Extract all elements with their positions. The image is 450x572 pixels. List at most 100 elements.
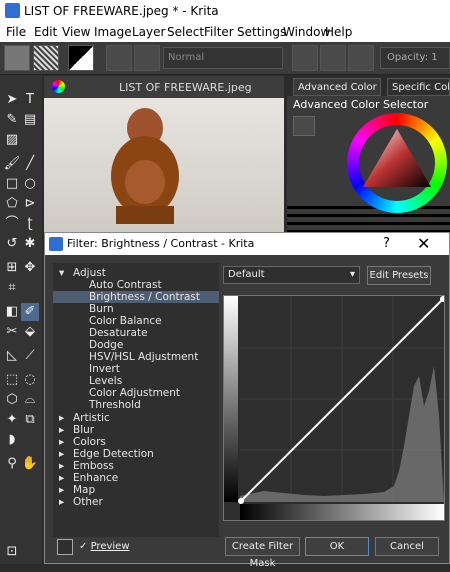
expand-colors-icon[interactable]: ▸ — [59, 436, 64, 448]
tab-specific-color[interactable]: Specific Color — [387, 78, 450, 96]
expand-enhance-icon[interactable]: ▸ — [59, 472, 64, 484]
color-history-strip[interactable] — [287, 206, 450, 232]
cancel-button[interactable]: Cancel — [375, 537, 439, 556]
expand-emboss-icon[interactable]: ▸ — [59, 460, 64, 472]
tree-item-levels[interactable]: Levels — [89, 375, 122, 387]
tree-item-map[interactable]: Map — [73, 484, 95, 496]
polygon-tool-icon[interactable]: ⬠ — [3, 195, 21, 213]
pan-tool-icon[interactable]: ✋ — [21, 455, 39, 473]
tree-item-edge-detection[interactable]: Edge Detection — [73, 448, 154, 460]
curve-histogram-area[interactable] — [223, 295, 446, 521]
canvas-only-icon[interactable]: ⊡ — [3, 543, 21, 561]
brush-settings-icon[interactable] — [106, 45, 132, 71]
menu-image[interactable]: Image — [94, 25, 132, 39]
tab-advanced-color-selector[interactable]: Advanced Color S... — [293, 78, 381, 96]
canvas-tab[interactable]: LIST OF FREEWARE.jpeg — [44, 76, 284, 98]
color-swatch-button[interactable] — [68, 45, 94, 71]
hue-wheel[interactable] — [347, 113, 447, 213]
fill-tool-icon[interactable]: ⬙ — [21, 323, 39, 341]
gradient-tool-icon[interactable]: ◧ — [3, 303, 21, 321]
text-tool-icon[interactable]: T — [21, 91, 39, 109]
select-shapes-icon[interactable]: ➤ — [3, 91, 21, 109]
color-picker-icon[interactable]: ✐ — [21, 303, 39, 321]
menu-help[interactable]: Help — [325, 25, 352, 39]
tree-item-burn[interactable]: Burn — [89, 303, 114, 315]
menu-layer[interactable]: Layer — [132, 25, 165, 39]
eraser-icon[interactable] — [292, 45, 318, 71]
freehand-path-icon[interactable]: ʈ — [21, 215, 39, 233]
tree-item-color-balance[interactable]: Color Balance — [89, 315, 162, 327]
gradient-edit-icon[interactable]: ▨ — [3, 131, 21, 149]
bezier-select-icon[interactable]: ◗ — [3, 431, 21, 449]
menu-select[interactable]: Select — [167, 25, 204, 39]
ellipse-tool-icon[interactable]: ○ — [21, 175, 39, 193]
preview-checkbox[interactable]: ✓ Preview — [79, 541, 130, 552]
tree-item-blur[interactable]: Blur — [73, 424, 94, 436]
tree-item-artistic[interactable]: Artistic — [73, 412, 110, 424]
tree-item-other[interactable]: Other — [73, 496, 103, 508]
menu-window[interactable]: Window — [283, 25, 330, 39]
magic-wand-icon[interactable]: ✦ — [3, 411, 21, 429]
assistant-tool-icon[interactable]: ◺ — [3, 347, 21, 365]
grid-icon[interactable] — [134, 45, 160, 71]
smart-patch-icon[interactable]: ✂ — [3, 323, 21, 341]
brush-preset-button[interactable] — [4, 45, 30, 71]
tree-item-enhance[interactable]: Enhance — [73, 472, 118, 484]
reload-icon[interactable] — [348, 45, 374, 71]
alpha-lock-icon[interactable] — [320, 45, 346, 71]
similar-select-icon[interactable]: ⧉ — [21, 411, 39, 429]
rectangle-tool-icon[interactable]: □ — [3, 175, 21, 193]
menu-settings[interactable]: Settings — [237, 25, 286, 39]
freehand-select-icon[interactable]: ⌓ — [21, 391, 39, 409]
bezier-tool-icon[interactable]: ⌒ — [3, 215, 21, 233]
expand-artistic-icon[interactable]: ▸ — [59, 412, 64, 424]
tree-item-auto-contrast[interactable]: Auto Contrast — [89, 279, 162, 291]
preview-toggle-icon[interactable] — [57, 539, 73, 555]
color-triangle[interactable] — [359, 125, 435, 201]
opacity-slider[interactable]: Opacity: 1 — [380, 47, 450, 69]
expand-adjust-icon[interactable]: ▾ — [59, 267, 64, 279]
menu-view[interactable]: View — [62, 25, 90, 39]
tree-item-threshold[interactable]: Threshold — [89, 399, 141, 411]
tree-item-colors[interactable]: Colors — [73, 436, 106, 448]
multibrush-icon[interactable]: ✱ — [21, 235, 39, 253]
docker-settings-icon[interactable] — [293, 116, 315, 136]
tree-item-invert[interactable]: Invert — [89, 363, 120, 375]
polygon-select-icon[interactable]: ⬡ — [3, 391, 21, 409]
close-button[interactable]: ✕ — [417, 234, 430, 253]
dynamic-brush-icon[interactable]: ↺ — [3, 235, 21, 253]
tree-item-dodge[interactable]: Dodge — [89, 339, 123, 351]
move-tool-icon[interactable]: ✥ — [21, 259, 39, 277]
edit-shapes-icon[interactable]: ✎ — [3, 111, 21, 129]
tree-item-emboss[interactable]: Emboss — [73, 460, 114, 472]
create-filter-mask-button[interactable]: Create Filter Mask — [225, 537, 300, 569]
brush-tool-icon[interactable]: 🖌 — [3, 155, 21, 173]
line-tool-icon[interactable]: ╱ — [21, 155, 39, 173]
ellipse-select-icon[interactable]: ◌ — [21, 371, 39, 389]
tree-item-hsv-hsl[interactable]: HSV/HSL Adjustment — [89, 351, 198, 363]
tree-item-adjust[interactable]: Adjust — [73, 267, 106, 279]
tree-item-brightness-contrast[interactable]: Brightness / Contrast — [53, 291, 219, 303]
measure-tool-icon[interactable]: ⟋ — [21, 347, 39, 365]
calligraphy-icon[interactable]: ▤ — [21, 111, 39, 129]
expand-blur-icon[interactable]: ▸ — [59, 424, 64, 436]
menu-edit[interactable]: Edit — [34, 25, 57, 39]
image-canvas[interactable] — [44, 98, 284, 232]
preset-select[interactable]: Default ▾ — [223, 266, 360, 284]
polyline-tool-icon[interactable]: ⊳ — [21, 195, 39, 213]
tree-item-desaturate[interactable]: Desaturate — [89, 327, 148, 339]
curve-graph[interactable] — [224, 296, 446, 520]
expand-other-icon[interactable]: ▸ — [59, 496, 64, 508]
blend-mode-select[interactable]: Normal — [163, 47, 283, 69]
help-button[interactable]: ? — [383, 236, 390, 251]
zoom-tool-icon[interactable]: ⚲ — [3, 455, 21, 473]
menu-filter[interactable]: Filter — [204, 25, 234, 39]
pattern-button[interactable] — [33, 45, 59, 71]
expand-map-icon[interactable]: ▸ — [59, 484, 64, 496]
crop-tool-icon[interactable]: ⌗ — [3, 279, 21, 297]
transform-tool-icon[interactable]: ⊞ — [3, 259, 21, 277]
ok-button[interactable]: OK — [305, 537, 369, 556]
menu-file[interactable]: File — [6, 25, 26, 39]
tree-item-color-adjustment[interactable]: Color Adjustment — [89, 387, 180, 399]
edit-presets-button[interactable]: Edit Presets — [367, 266, 431, 285]
